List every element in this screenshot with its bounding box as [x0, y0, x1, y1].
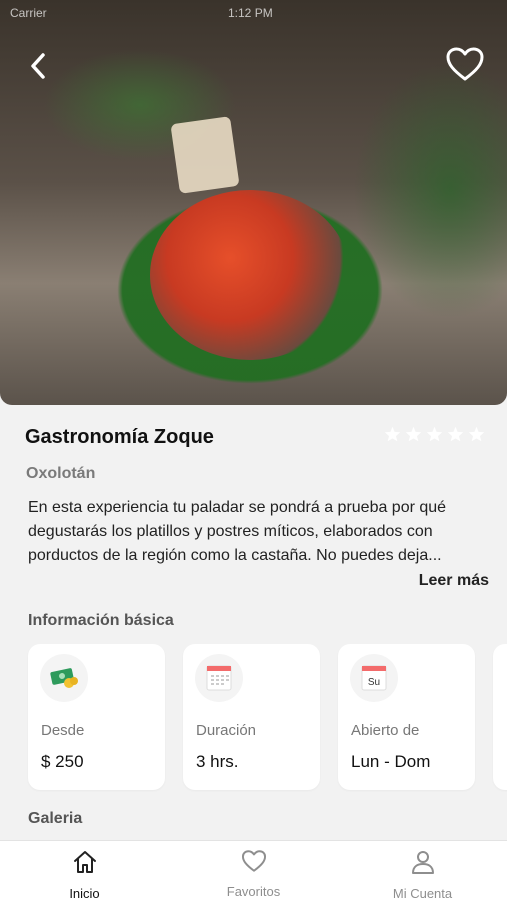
tab-label: Favoritos — [226, 884, 281, 899]
info-card-price[interactable]: Desde $ 250 — [28, 644, 165, 790]
calendar-icon — [195, 654, 243, 702]
star-icon — [468, 426, 485, 442]
info-card-value: $ 250 — [41, 752, 84, 771]
heart-icon — [241, 849, 267, 878]
hero-image: Carrier 1:12 PM — [0, 0, 507, 405]
info-card-schedule[interactable]: Su Abierto de Lun - Dom — [338, 644, 475, 790]
tab-label: Mi Cuenta — [392, 886, 453, 901]
tab-favoritos[interactable]: Favoritos — [169, 841, 338, 901]
tab-label: Inicio — [69, 886, 100, 901]
read-more-link[interactable]: Leer más — [419, 572, 489, 590]
calendar-su-text: Su — [368, 677, 380, 688]
money-icon — [40, 654, 88, 702]
tab-bar: Inicio Favoritos Mi Cuenta — [0, 840, 507, 901]
basic-info-title: Información básica — [28, 612, 174, 629]
calendar-su-icon: Su — [350, 654, 398, 702]
tab-mi-cuenta[interactable]: Mi Cuenta — [338, 841, 507, 901]
info-card-label: Abierto de — [351, 722, 420, 739]
rating-stars — [384, 426, 485, 442]
user-icon — [410, 849, 436, 880]
dish-illustration — [150, 190, 350, 360]
star-icon — [426, 426, 443, 442]
info-card-label: Duración — [196, 722, 257, 739]
home-icon — [71, 849, 99, 880]
basic-info-cards[interactable]: Desde $ 250 Duración 3 hrs. Su Abierto d… — [28, 644, 507, 790]
status-time: 1:12 PM — [228, 6, 273, 20]
star-icon — [405, 426, 422, 442]
chevron-left-icon — [28, 52, 48, 85]
experience-title: Gastronomía Zoque — [25, 426, 214, 448]
info-card-label: Desde — [41, 722, 85, 739]
carrier-text: Carrier — [10, 6, 47, 20]
back-button[interactable] — [22, 50, 54, 86]
tab-inicio[interactable]: Inicio — [0, 841, 169, 901]
star-icon — [384, 426, 401, 442]
gallery-title: Galeria — [28, 810, 83, 827]
info-card-duration[interactable]: Duración 3 hrs. — [183, 644, 320, 790]
favorite-button[interactable] — [443, 46, 487, 86]
info-card-value: 3 hrs. — [196, 752, 239, 771]
experience-description: En esta experiencia tu paladar se pondrá… — [28, 499, 447, 564]
experience-location: Oxolotán — [26, 465, 96, 482]
info-card-partial[interactable] — [493, 644, 507, 790]
heart-outline-icon — [445, 46, 485, 87]
star-icon — [447, 426, 464, 442]
info-card-value: Lun - Dom — [351, 752, 431, 771]
